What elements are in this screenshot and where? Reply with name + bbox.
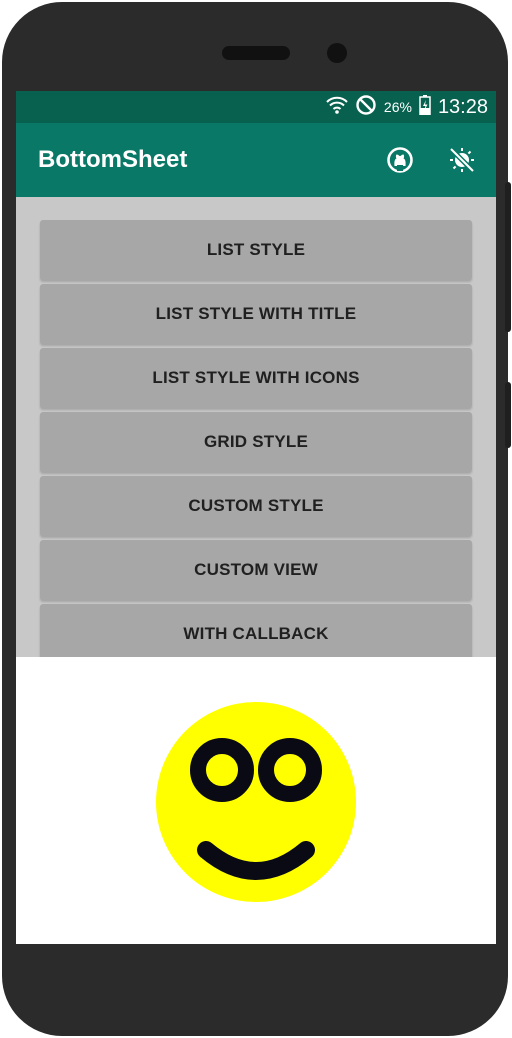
status-icons: 26% 13:28 [326, 91, 488, 123]
do-not-disturb-icon [355, 94, 377, 121]
list-style-with-icons-button[interactable]: LIST STYLE WITH ICONS [40, 348, 472, 408]
with-callback-button[interactable]: WITH CALLBACK [40, 604, 472, 664]
smiley-face-icon [156, 702, 356, 902]
content-area: LIST STYLE LIST STYLE WITH TITLE LIST ST… [16, 197, 496, 664]
volume-button [505, 382, 511, 448]
bottom-sheet[interactable] [16, 657, 496, 944]
power-button [505, 182, 511, 332]
list-style-with-title-button[interactable]: LIST STYLE WITH TITLE [40, 284, 472, 344]
status-bar: 26% 13:28 [16, 91, 496, 123]
grid-style-button[interactable]: GRID STYLE [40, 412, 472, 472]
app-title: BottomSheet [38, 146, 188, 173]
front-camera [327, 43, 347, 63]
custom-style-button[interactable]: CUSTOM STYLE [40, 476, 472, 536]
phone-frame: 26% 13:28 BottomSheet LIST STYLE LIST ST… [2, 2, 511, 1036]
battery-percent: 26% [383, 99, 412, 115]
clock: 13:28 [437, 95, 488, 118]
list-style-button[interactable]: LIST STYLE [40, 220, 472, 280]
earpiece-speaker [222, 46, 290, 60]
battery-charging-icon [419, 94, 431, 120]
github-icon[interactable] [385, 145, 415, 175]
wifi-icon [326, 95, 348, 120]
custom-view-button[interactable]: CUSTOM VIEW [40, 540, 472, 600]
app-bar: BottomSheet [16, 123, 496, 197]
screen: 26% 13:28 BottomSheet LIST STYLE LIST ST… [16, 91, 496, 944]
theme-toggle-icon[interactable] [447, 145, 477, 175]
